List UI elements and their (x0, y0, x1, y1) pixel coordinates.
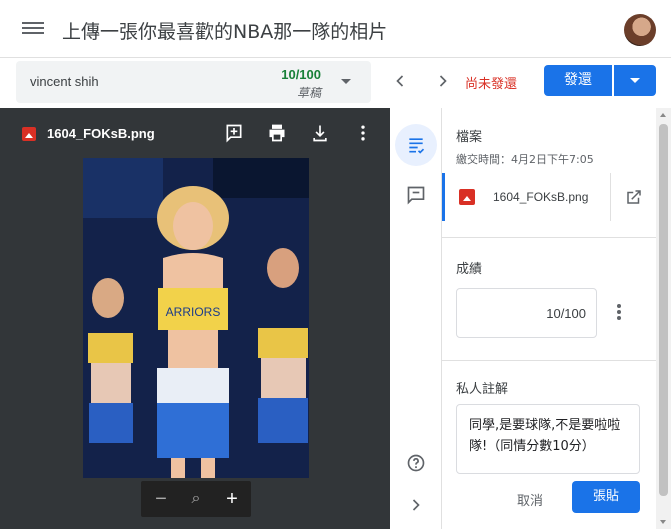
file-viewer: 1604_FOKsB.png ARRIORS − ⌕ + (0, 108, 390, 529)
submission-image: ARRIORS (83, 158, 309, 478)
grade-title: 成績 (456, 262, 483, 277)
return-button[interactable]: 發還 (544, 65, 612, 96)
app-bar: 上傳一張你最喜歡的NBA那一隊的相片 (0, 0, 671, 58)
next-student-button[interactable] (433, 71, 453, 91)
cheerleaders-photo: ARRIORS (83, 158, 309, 478)
more-vert-icon[interactable] (610, 302, 628, 324)
collapse-panel-button[interactable] (395, 484, 437, 526)
chevron-down-icon (341, 79, 351, 84)
scroll-down-icon[interactable] (660, 520, 666, 524)
divider (442, 237, 656, 238)
assignment-icon (409, 138, 425, 154)
image-file-icon (22, 127, 36, 141)
viewer-header: 1604_FOKsB.png (0, 108, 390, 156)
divider (442, 360, 656, 361)
avatar[interactable] (624, 14, 656, 46)
tab-comments[interactable] (395, 174, 437, 216)
more-vert-icon[interactable] (353, 123, 373, 143)
zoom-controls: − ⌕ + (141, 481, 251, 517)
chevron-right-icon (439, 75, 447, 87)
student-name: vincent shih (30, 74, 99, 89)
previous-student-button[interactable] (390, 71, 410, 91)
private-notes-title: 私人註解 (456, 382, 509, 397)
post-button[interactable]: 張貼 (572, 481, 640, 513)
student-status: 草稿 (296, 86, 321, 100)
return-status: 尚未發還 (465, 77, 518, 92)
tab-details[interactable] (395, 124, 437, 166)
side-rail (390, 108, 442, 529)
scroll-up-icon[interactable] (660, 113, 666, 117)
files-title: 檔案 (456, 130, 483, 145)
grade-value: 10/100 (546, 306, 586, 321)
page-title: 上傳一張你最喜歡的NBA那一隊的相片 (62, 21, 388, 43)
cancel-button[interactable]: 取消 (506, 486, 554, 518)
zoom-out-icon[interactable]: − (151, 489, 171, 509)
scrollbar[interactable] (656, 108, 671, 529)
chevron-right-icon (412, 499, 420, 511)
zoom-reset-icon[interactable]: ⌕ (186, 489, 206, 509)
return-options-button[interactable] (614, 65, 656, 96)
scrollbar-thumb[interactable] (659, 124, 668, 496)
chevron-left-icon (396, 75, 404, 87)
image-file-icon (459, 189, 475, 205)
details-panel: 檔案 繳交時間：4月2日下午7:05 1604_FOKsB.png 成績 10/… (442, 108, 656, 529)
grade-input[interactable]: 10/100 (456, 288, 597, 338)
print-icon[interactable] (267, 123, 287, 143)
zoom-in-icon[interactable]: + (222, 489, 242, 509)
download-icon[interactable] (310, 123, 330, 143)
private-comment-field[interactable]: 同學,是要球隊,不是要啦啦隊!（同情分數10分） (456, 404, 640, 474)
menu-icon[interactable] (22, 19, 44, 39)
attachment-name: 1604_FOKsB.png (493, 190, 589, 204)
comment-icon (407, 186, 425, 205)
attachment-card[interactable]: 1604_FOKsB.png (442, 173, 656, 221)
chevron-down-icon (630, 78, 640, 83)
student-selector[interactable]: vincent shih 10/100 草稿 (16, 61, 371, 103)
viewer-filename: 1604_FOKsB.png (47, 126, 155, 141)
grading-toolbar: vincent shih 10/100 草稿 尚未發還 發還 (0, 58, 671, 108)
student-grade: 10/100 (281, 67, 321, 82)
svg-text:ARRIORS: ARRIORS (166, 305, 221, 319)
help-icon (407, 454, 425, 472)
help-button[interactable] (395, 442, 437, 484)
open-in-new-icon[interactable] (625, 188, 643, 206)
add-comment-icon[interactable] (224, 123, 244, 143)
submission-time: 繳交時間：4月2日下午7:05 (456, 153, 594, 166)
divider (610, 173, 611, 221)
